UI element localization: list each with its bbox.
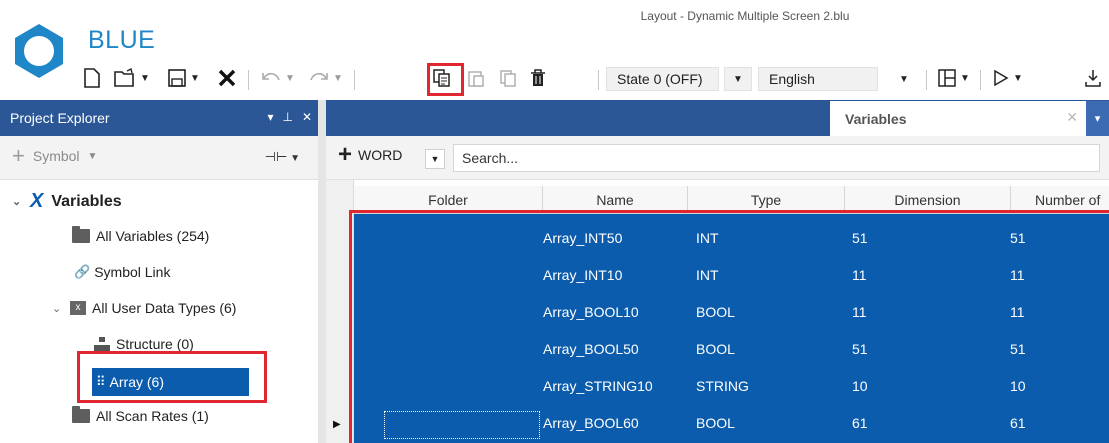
add-word-button[interactable]: + WORD [338,141,403,168]
undo-button[interactable]: ▼ [256,62,300,94]
current-row-arrow-icon: ▶ [333,419,341,430]
panel-splitter[interactable] [318,100,326,443]
tree-label: Structure (0) [116,336,194,352]
tree-label: All Variables (254) [96,228,210,244]
chevron-down-icon: ▼ [333,72,343,84]
chevron-down-icon: ▼ [140,72,150,84]
state-select[interactable]: State 0 (OFF) [606,67,719,91]
chevron-down-icon: ▼ [190,72,200,84]
state-dropdown-button[interactable]: ▼ [724,67,752,91]
chevron-down-icon: ⌄ [12,196,22,208]
open-folder-icon [114,68,134,87]
main-toolbar: ▼ ▼ ▼ ▼ State 0 (OFF) ▼ English ▼ ▼ ▼ [80,62,1109,96]
tab-list-button[interactable]: ▾ [1086,101,1109,136]
structure-icon [94,337,110,351]
close-button[interactable] [212,62,242,94]
tree-item-scan-rates[interactable]: All Scan Rates (1) [72,406,209,424]
tree-item-structure[interactable]: Structure (0) [94,336,194,352]
layout-button[interactable]: ▼ [932,62,976,94]
folder-icon [72,226,90,243]
new-file-icon [84,68,100,88]
dock-button[interactable]: ⊣⊢ ▼ [265,149,300,165]
explorer-toolbar: + Symbol ▼ ⊣⊢ ▼ [0,136,318,180]
tree-label: All Scan Rates (1) [96,408,209,424]
paste-button[interactable] [464,62,488,94]
chevron-down-icon: ▼ [285,72,295,84]
project-explorer-header: Project Explorer ▾ ⊥ ✕ [0,100,318,136]
brand-name: BLUE [88,26,156,54]
add-word-label: WORD [358,147,403,163]
tree-label: Variables [51,192,122,210]
plus-icon: + [12,143,25,168]
language-dropdown-button[interactable]: ▼ [890,67,918,91]
chevron-down-icon: ▼ [287,153,300,164]
pin-icon[interactable]: ⊥ [282,110,292,124]
project-tree: ⌄ X Variables All Variables (254) 🔗 Symb… [0,180,318,443]
tree-label: All User Data Types (6) [92,300,237,316]
chevron-down-icon: ▼ [430,154,440,164]
tab-label: Variables [845,110,907,127]
redo-button[interactable]: ▼ [304,62,348,94]
array-highlight-box [77,351,267,403]
tree-label: Symbol Link [94,264,171,280]
copy-highlight-box [427,63,464,96]
dock-pin-icon: ⊣⊢ [264,149,288,164]
new-file-button[interactable] [80,62,104,94]
paste-icon [468,71,484,87]
chevron-down-icon: ▼ [733,73,743,85]
add-symbol-button[interactable]: + Symbol ▼ [12,143,98,168]
grid-toolbar: + WORD ▼ Search... [326,136,1109,180]
undo-icon [262,72,280,81]
tree-item-all-variables[interactable]: All Variables (254) [72,226,210,244]
close-icon[interactable]: ✕ [302,110,312,124]
plus-icon: + [338,141,353,168]
tree-item-variables[interactable]: ⌄ X Variables [12,190,122,213]
tab-variables[interactable]: Variables ✕ [830,101,1086,136]
trash-icon [531,69,545,86]
search-input[interactable]: Search... [453,144,1100,172]
tree-item-user-data-types[interactable]: ⌄ x All User Data Types (6) [52,300,236,316]
panel-menu-icon[interactable]: ▾ [267,110,273,124]
layout-panels-icon [938,69,956,87]
save-button[interactable]: ▼ [162,62,206,94]
download-icon [1085,70,1101,87]
add-symbol-label: Symbol [32,148,80,164]
chevron-down-icon: ▼ [899,73,909,85]
close-icon[interactable]: ✕ [1066,109,1078,126]
chevron-down-icon: ▼ [1013,72,1023,84]
tab-menu-icon: ▾ [1094,113,1101,125]
chevron-down-icon: ▼ [960,72,970,84]
data-type-icon: x [70,301,86,315]
chevron-down-icon: ⌄ [52,302,62,315]
redo-icon [310,72,328,81]
link-icon: 🔗 [74,264,91,279]
title-bar: BLUE Layout - Dynamic Multiple Screen 2.… [0,0,1109,98]
panel-title: Project Explorer [10,110,110,126]
delete-x-icon [218,69,236,87]
play-icon [994,69,1009,87]
tree-item-symbol-link[interactable]: 🔗 Symbol Link [74,264,170,280]
add-type-dropdown[interactable]: ▼ [425,149,445,169]
download-button[interactable] [1080,62,1106,94]
save-icon [168,69,186,87]
blue-logo-icon [15,24,63,78]
chevron-down-icon: ▼ [87,150,98,162]
folder-icon [72,406,90,423]
variables-x-icon: X [30,190,44,212]
open-button[interactable]: ▼ [110,62,154,94]
rows-highlight-box [349,210,1109,443]
duplicate-icon [500,70,516,87]
duplicate-button[interactable] [496,62,520,94]
run-button[interactable]: ▼ [986,62,1030,94]
delete-button[interactable] [526,62,550,94]
app-window: BLUE Layout - Dynamic Multiple Screen 2.… [0,0,1109,443]
language-select[interactable]: English [758,67,878,91]
window-title: Layout - Dynamic Multiple Screen 2.blu [640,9,850,23]
